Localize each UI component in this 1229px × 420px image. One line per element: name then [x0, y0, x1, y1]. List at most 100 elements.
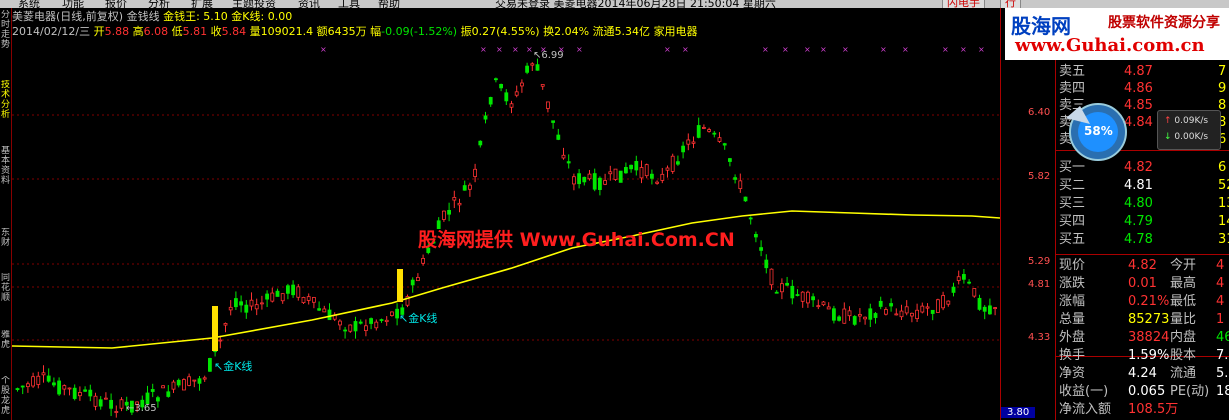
buy-row[interactable]: 买二 4.81 52	[1056, 177, 1229, 194]
row-button[interactable]: 行	[1000, 0, 1021, 8]
candle-body	[639, 167, 644, 179]
candle-body	[696, 125, 701, 138]
candle-body	[218, 339, 223, 342]
candle-body	[889, 303, 893, 307]
stat-value: 4	[1216, 294, 1225, 309]
candle-body	[421, 258, 426, 264]
candle-body	[556, 134, 561, 140]
sell-level-label: 卖五	[1059, 64, 1086, 79]
candle-body	[415, 277, 420, 282]
stat-label: 净资	[1059, 366, 1086, 381]
signal-mark: ×	[682, 45, 689, 54]
buy-volume: 6	[1218, 160, 1227, 175]
buy-row[interactable]: 买三 4.80 13	[1056, 195, 1229, 212]
tab-dragon-tiger[interactable]: 个股龙虎	[0, 376, 11, 420]
kline-canvas[interactable]: × × × × × × × × × × × × × × × × × × × ×	[12, 8, 1000, 420]
upload-arrow-icon: ↑	[1164, 116, 1172, 126]
candle-body	[20, 385, 25, 388]
tab-10jqka[interactable]: 同花顺	[0, 273, 11, 309]
candle-body	[811, 296, 815, 301]
stat-label: 涨幅	[1059, 294, 1086, 309]
stat-value: 5.35	[1216, 366, 1229, 381]
candle-body	[301, 297, 306, 304]
menu-help[interactable]: 帮助	[378, 0, 400, 8]
candle-body	[499, 84, 504, 89]
sell-volume: 9	[1218, 81, 1227, 96]
menu-tools[interactable]: 工具	[338, 0, 360, 8]
candle-body	[363, 325, 368, 331]
flash-trade-button[interactable]: 闪电手	[942, 0, 985, 8]
chart-header: 美菱电器(日线,前复权) 金钱线 金钱王: 5.10 金K线: 0.00	[12, 10, 292, 23]
banner-tagline: 股票软件资源分享	[1108, 15, 1220, 31]
low-marker: ←3.65	[126, 403, 157, 414]
candle-body	[473, 168, 478, 177]
tab-timeshare[interactable]: 分时走势	[0, 10, 11, 62]
candle-body	[676, 161, 680, 165]
candle-body	[738, 180, 743, 190]
candle-body	[322, 308, 327, 313]
candle-body	[150, 389, 155, 392]
candle-body	[904, 306, 909, 314]
menu-extend[interactable]: 扩展	[191, 0, 213, 8]
candle-body	[166, 391, 171, 397]
stat-label: 量比	[1170, 312, 1197, 327]
golden-k-label-2: ↖金K线	[399, 312, 438, 325]
amount-label: 额	[316, 25, 328, 38]
candle-body	[826, 306, 831, 310]
kline-chart[interactable]: × × × × × × × × × × × × × × × × × × × × 美菱电器(日线,前复权) 金钱线 金钱…	[12, 8, 1000, 420]
watermark-text: 股海网提供 Www.Guhai.Com.CN	[418, 229, 735, 251]
candle-body	[868, 308, 873, 320]
candle-body	[847, 310, 852, 317]
stat-label: 内盘	[1170, 330, 1197, 345]
sector-name: 家用电器	[653, 25, 698, 38]
sell-row[interactable]: 卖四 4.86 9	[1056, 80, 1229, 97]
menu-news[interactable]: 资讯	[298, 0, 320, 8]
buy-price: 4.79	[1124, 214, 1153, 229]
candle-body	[941, 295, 945, 309]
candle-body	[629, 164, 633, 170]
candle-body	[873, 313, 878, 318]
menu-analysis[interactable]: 分析	[148, 0, 170, 8]
candle-body	[894, 313, 899, 316]
left-tab-bar: 分时走势 技术分析 基本资料 东财 同花顺 雅虎 个股龙虎	[0, 8, 12, 420]
candle-body	[83, 389, 87, 392]
golden-k-bar	[212, 306, 218, 351]
menu-system[interactable]: 系统	[18, 0, 40, 8]
tab-technical[interactable]: 技术分析	[0, 80, 11, 130]
candle-body	[483, 115, 488, 120]
candle-body	[369, 318, 374, 324]
menu-function[interactable]: 功能	[62, 0, 84, 8]
divider	[1056, 254, 1229, 255]
candle-body	[161, 385, 166, 389]
tab-fundamentals[interactable]: 基本资料	[0, 146, 11, 194]
banner-url[interactable]: www.Guhai.com.cn	[1015, 35, 1205, 56]
signal-mark: ×	[978, 45, 985, 54]
stat-value: 1	[1216, 312, 1225, 327]
tab-eastmoney[interactable]: 东财	[0, 228, 11, 252]
stat-row: 净资 4.24 流通 5.35	[1056, 365, 1229, 382]
stat-value: 0.065	[1128, 384, 1166, 399]
candle-body	[197, 378, 202, 384]
menu-theme-invest[interactable]: 主题投资	[232, 0, 276, 8]
candle-body	[265, 293, 270, 300]
menu-quote[interactable]: 报价	[105, 0, 127, 8]
candle-body	[624, 167, 628, 174]
amount-value: 6435万	[327, 25, 367, 38]
stat-row: 换手 1.59%股本 7.64	[1056, 347, 1229, 364]
buy-row[interactable]: 买五 4.78 31	[1056, 231, 1229, 248]
candle-body	[348, 324, 353, 332]
signal-mark: ×	[512, 45, 519, 54]
close-label: 收	[210, 25, 222, 38]
window-title: 交易未登录 美菱电器2014年06月28日 21:50:04 星期六	[495, 0, 776, 8]
ad-banner[interactable]: 股海网 股票软件资源分享 www.Guhai.com.cn	[1005, 8, 1229, 60]
candle-body	[910, 312, 914, 317]
golden-k-label-1: ↖金K线	[214, 360, 253, 373]
tab-yahoo[interactable]: 雅虎	[0, 330, 11, 354]
candle-body	[519, 82, 524, 87]
stat-value: 4.82	[1128, 258, 1157, 273]
buy-row[interactable]: 买四 4.79 14	[1056, 213, 1229, 230]
candle-body	[207, 358, 212, 372]
candle-body	[899, 310, 904, 318]
sell-row[interactable]: 卖五 4.87 7	[1056, 63, 1229, 80]
candle-body	[540, 84, 545, 87]
